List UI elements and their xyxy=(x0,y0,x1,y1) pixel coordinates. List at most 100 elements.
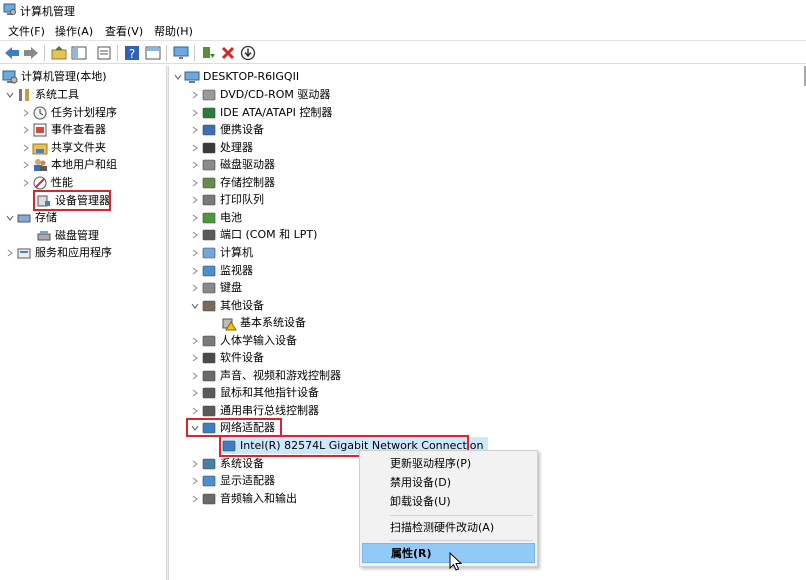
services-icon xyxy=(17,248,31,258)
chevron-right-icon[interactable] xyxy=(189,174,201,191)
device-item-human-interface-devices[interactable]: 人体学输入设备 xyxy=(189,332,297,349)
chevron-down-icon[interactable] xyxy=(4,86,16,103)
chevron-down-icon[interactable] xyxy=(4,209,16,226)
monitor-icon xyxy=(202,265,216,276)
device-item-ide-ata-controllers[interactable]: IDE ATA/ATAPI 控制器 xyxy=(189,104,332,121)
uninstall-x-icon[interactable] xyxy=(219,44,237,62)
chevron-down-icon[interactable] xyxy=(189,297,201,314)
device-item-software-devices[interactable]: 软件设备 xyxy=(189,349,264,366)
export-list-icon[interactable] xyxy=(95,44,113,62)
monitor-icon[interactable] xyxy=(172,44,190,62)
chevron-right-icon[interactable] xyxy=(20,174,32,191)
chevron-right-icon[interactable] xyxy=(189,384,201,401)
device-item-system-devices[interactable]: 系统设备 xyxy=(189,455,264,472)
chevron-right-icon[interactable] xyxy=(189,156,201,173)
chevron-right-icon[interactable] xyxy=(20,104,32,121)
chevron-right-icon[interactable] xyxy=(189,209,201,226)
tree-item-system-tools[interactable]: 系统工具 xyxy=(4,86,79,103)
processor-icon xyxy=(202,142,216,153)
toolbar: ? xyxy=(0,40,806,64)
chevron-right-icon[interactable] xyxy=(189,367,201,384)
chevron-right-icon[interactable] xyxy=(189,455,201,472)
device-item-keyboards[interactable]: 键盘 xyxy=(189,279,242,296)
dvd-drive-icon xyxy=(202,89,216,100)
device-item-disk-drives[interactable]: 磁盘驱动器 xyxy=(189,156,275,173)
storage-controller-icon xyxy=(202,177,216,188)
properties-pane-icon[interactable] xyxy=(144,44,162,62)
context-menu: 更新驱动程序(P) 禁用设备(D) 卸载设备(U) 扫描检测硬件改动(A) 属性… xyxy=(359,450,538,567)
mouse-cursor-icon xyxy=(449,552,463,571)
device-item-dvd-cdrom-drives[interactable]: DVD/CD-ROM 驱动器 xyxy=(189,86,330,103)
chevron-down-icon[interactable] xyxy=(172,68,184,85)
chevron-right-icon[interactable] xyxy=(189,472,201,489)
device-item-computer[interactable]: 计算机 xyxy=(189,244,253,261)
device-item-base-system-device[interactable]: 基本系统设备 xyxy=(221,314,306,331)
tree-item-storage[interactable]: 存储 xyxy=(4,209,57,226)
no-entry-icon xyxy=(33,176,47,189)
tree-item-local-users[interactable]: 本地用户和组 xyxy=(20,156,117,173)
tree-item-shared-folders[interactable]: 共享文件夹 xyxy=(20,139,106,156)
up-folder-icon[interactable] xyxy=(50,44,68,62)
tree-item-services-apps[interactable]: 服务和应用程序 xyxy=(4,244,112,261)
device-item-print-queues[interactable]: 打印队列 xyxy=(189,191,264,208)
chevron-right-icon[interactable] xyxy=(189,490,201,507)
tree-item-disk-management[interactable]: 磁盘管理 xyxy=(36,227,99,244)
chevron-right-icon[interactable] xyxy=(4,244,16,261)
chevron-right-icon[interactable] xyxy=(189,349,201,366)
audio-io-icon xyxy=(202,493,216,504)
tree-item-event-viewer[interactable]: 事件查看器 xyxy=(20,121,106,138)
chevron-right-icon[interactable] xyxy=(189,104,201,121)
menu-item-scan-hardware[interactable]: 扫描检测硬件改动(A) xyxy=(362,517,535,537)
speaker-icon xyxy=(202,370,216,381)
software-device-icon xyxy=(202,352,216,363)
device-item-storage-controllers[interactable]: 存储控制器 xyxy=(189,174,275,191)
chevron-right-icon[interactable] xyxy=(189,332,201,349)
shared-folder-icon xyxy=(32,143,48,154)
update-driver-icon[interactable] xyxy=(199,44,217,62)
download-circle-icon[interactable] xyxy=(239,44,257,62)
device-item-monitors[interactable]: 监视器 xyxy=(189,262,253,279)
chevron-right-icon[interactable] xyxy=(189,262,201,279)
device-item-batteries[interactable]: 电池 xyxy=(189,209,242,226)
other-devices-icon xyxy=(202,300,216,311)
device-item-processors[interactable]: 处理器 xyxy=(189,139,253,156)
chevron-right-icon[interactable] xyxy=(189,244,201,261)
chevron-right-icon[interactable] xyxy=(189,86,201,103)
back-arrow-icon[interactable] xyxy=(3,44,21,62)
tree-item-performance[interactable]: 性能 xyxy=(20,174,73,191)
show-hide-tree-icon[interactable] xyxy=(70,44,88,62)
device-item-display-adapters[interactable]: 显示适配器 xyxy=(189,472,275,489)
device-item-audio-inputs-outputs[interactable]: 音频输入和输出 xyxy=(189,490,297,507)
device-item-mice-pointing-devices[interactable]: 鼠标和其他指针设备 xyxy=(189,384,319,401)
forward-arrow-icon[interactable] xyxy=(22,44,40,62)
device-item-portable-devices[interactable]: 便携设备 xyxy=(189,121,264,138)
title-bar: 计算机管理 xyxy=(0,0,806,20)
chevron-right-icon[interactable] xyxy=(189,226,201,243)
display-adapter-icon xyxy=(202,475,216,486)
menu-help[interactable]: 帮助(H) xyxy=(154,23,193,39)
tools-icon xyxy=(19,88,29,101)
menu-view[interactable]: 查看(V) xyxy=(105,23,143,39)
chevron-right-icon[interactable] xyxy=(20,156,32,173)
chevron-right-icon[interactable] xyxy=(189,279,201,296)
menu-item-disable-device[interactable]: 禁用设备(D) xyxy=(362,472,535,492)
chevron-right-icon[interactable] xyxy=(20,139,32,156)
chevron-right-icon[interactable] xyxy=(20,121,32,138)
help-icon[interactable]: ? xyxy=(123,44,141,62)
chevron-right-icon[interactable] xyxy=(189,139,201,156)
menu-file[interactable]: 文件(F) xyxy=(8,23,45,39)
tree-item-task-scheduler[interactable]: 任务计划程序 xyxy=(20,104,117,121)
chevron-right-icon[interactable] xyxy=(189,191,201,208)
menu-item-update-driver[interactable]: 更新驱动程序(P) xyxy=(362,453,535,473)
chevron-right-icon[interactable] xyxy=(189,121,201,138)
menu-action[interactable]: 操作(A) xyxy=(55,23,93,39)
device-item-usb-controllers[interactable]: 通用串行总线控制器 xyxy=(189,402,319,419)
menu-item-uninstall-device[interactable]: 卸载设备(U) xyxy=(362,491,535,511)
tree-item-root[interactable]: 计算机管理(本地) xyxy=(2,68,107,85)
chevron-right-icon[interactable] xyxy=(189,402,201,419)
device-item-other-devices[interactable]: 其他设备 xyxy=(189,297,264,314)
computer-management-icon xyxy=(3,3,16,15)
device-item-ports-com-lpt[interactable]: 端口 (COM 和 LPT) xyxy=(189,226,317,243)
device-item-sound-video-game-controllers[interactable]: 声音、视频和游戏控制器 xyxy=(189,367,341,384)
device-tree-root[interactable]: DESKTOP-R6IGQII xyxy=(172,68,299,85)
